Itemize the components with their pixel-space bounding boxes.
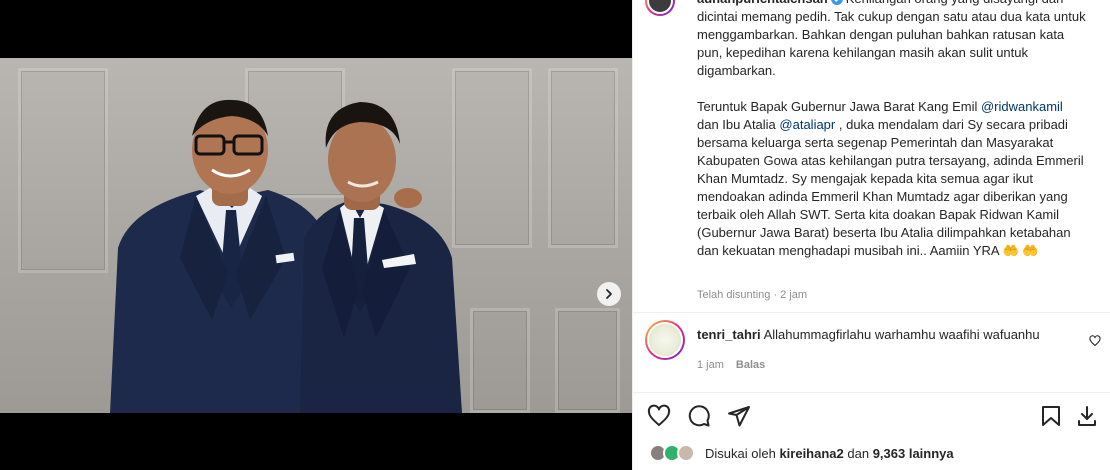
caption-mention-link[interactable]: @ataliapr [779, 117, 835, 132]
heart-outline-icon [647, 404, 671, 426]
caption-paragraph: adnanpurichtaichsanKehilangan orang yang… [697, 0, 1087, 80]
chevron-right-icon [606, 289, 612, 299]
post-media-pane [0, 0, 632, 470]
section-divider [633, 392, 1110, 393]
section-divider [633, 312, 1110, 313]
save-button[interactable] [1039, 404, 1063, 428]
comment-time: 1 jam [697, 359, 724, 371]
download-button[interactable] [1075, 404, 1099, 428]
owner-username-link[interactable]: adnanpurichtaichsan [697, 0, 828, 6]
comment-button[interactable] [687, 404, 711, 428]
caption-text: Kehilangan orang yang disayangi dan dici… [697, 0, 1086, 78]
caption-text: , duka mendalam dari Sy secara pribadi b… [697, 117, 1084, 258]
carousel-next-button[interactable] [597, 282, 621, 306]
verified-badge-icon [830, 0, 843, 5]
post-photo[interactable] [0, 58, 632, 413]
heart-outline-icon [1089, 335, 1101, 347]
likes-connector: dan [843, 445, 873, 461]
comment-reply-button[interactable]: Balas [736, 359, 765, 371]
post-action-bar [647, 404, 1099, 428]
like-button[interactable] [647, 404, 671, 428]
bookmark-icon [1042, 406, 1060, 426]
liker-avatar-stack [649, 444, 699, 462]
owner-avatar[interactable] [645, 0, 675, 16]
other-likers-link[interactable]: 9,363 lainnya [873, 446, 954, 461]
post-info-pane: adnanpurichtaichsanKehilangan orang yang… [632, 0, 1110, 470]
commenter-avatar[interactable] [645, 320, 685, 360]
caption-mention-link[interactable]: @ridwankamil [981, 99, 1063, 114]
commenter-username-link[interactable]: tenri_tahri [697, 327, 761, 342]
likes-prefix: Disukai oleh [705, 445, 780, 461]
post-caption: adnanpurichtaichsanKehilangan orang yang… [697, 0, 1087, 260]
comment-meta: 1 jam Balas [697, 359, 765, 371]
share-button[interactable] [727, 404, 751, 428]
profile-avatar-icon [647, 322, 683, 358]
comment-bubble-icon [688, 405, 710, 427]
profile-avatar-icon [647, 0, 673, 14]
likes-summary: Disukai oleh kireihana2 dan 9,363 lainny… [649, 444, 954, 462]
liker-avatar [677, 444, 695, 462]
edited-timestamp: Telah disunting · 2 jam [697, 289, 808, 301]
caption-paragraph: Teruntuk Bapak Gubernur Jawa Barat Kang … [697, 98, 1087, 260]
comment-item: tenri_tahri Allahummagfirlahu warhamhu wa… [697, 326, 1057, 344]
comment-like-button[interactable] [1089, 334, 1101, 352]
caption-text: dan Ibu Atalia [697, 117, 780, 132]
photo-subjects-illustration [110, 99, 462, 413]
paper-plane-icon [728, 406, 750, 427]
comment-body: Allahummagfirlahu warhamhu waafihi wafua… [763, 327, 1040, 342]
caption-text: Teruntuk Bapak Gubernur Jawa Barat Kang … [697, 99, 981, 114]
first-liker-link[interactable]: kireihana2 [779, 446, 843, 461]
download-icon [1078, 406, 1096, 426]
